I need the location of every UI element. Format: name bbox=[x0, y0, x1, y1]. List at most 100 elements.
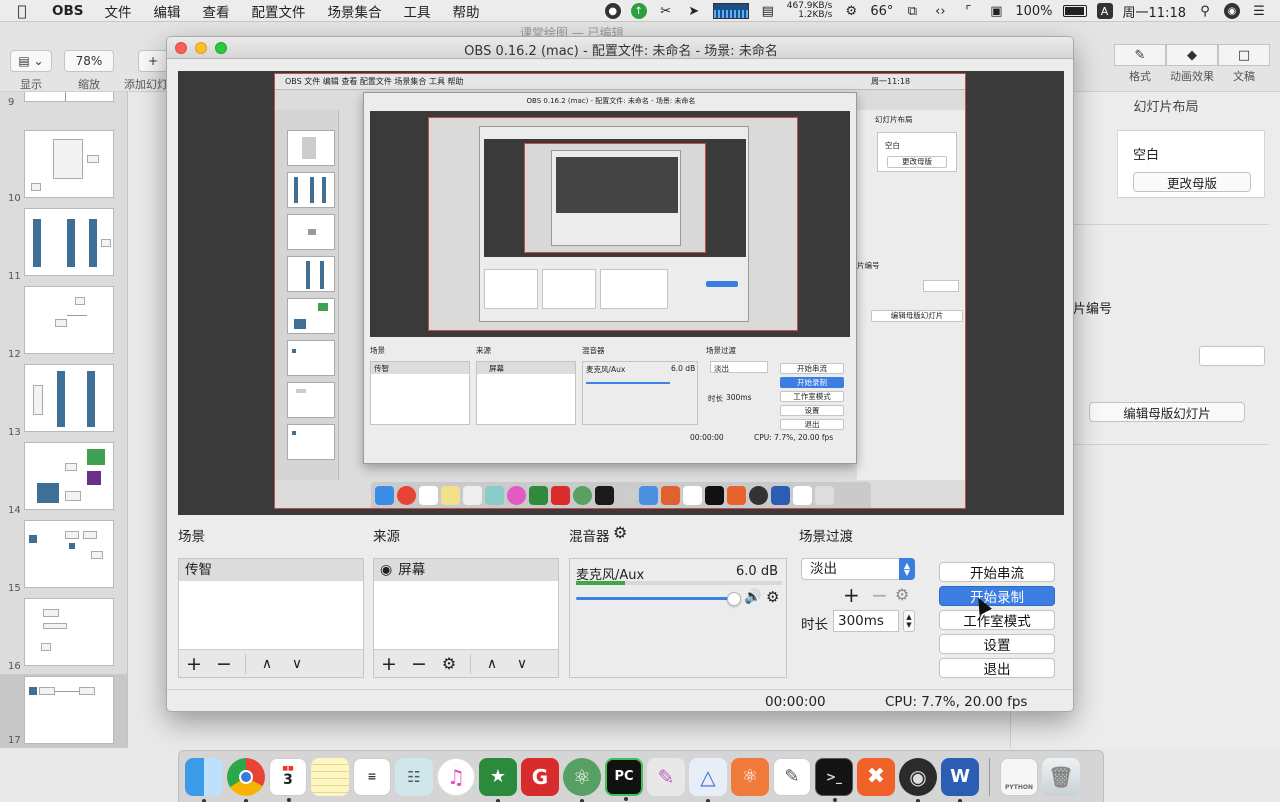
slide-number-field[interactable] bbox=[1199, 346, 1265, 366]
move-scene-down-chevron-icon[interactable]: ∨ bbox=[282, 650, 312, 678]
remove-transition-minus-icon[interactable]: − bbox=[871, 583, 888, 607]
slide-thumbnail-10[interactable]: 10 bbox=[0, 128, 127, 206]
slide-thumbnail-12[interactable]: 12 bbox=[0, 284, 127, 362]
keynote-zoom-button[interactable]: 78% 缩放 bbox=[64, 50, 114, 92]
move-scene-up-chevron-icon[interactable]: ∧ bbox=[252, 650, 282, 678]
window-icon[interactable]: ⧉ bbox=[903, 3, 921, 19]
send-icon[interactable]: ➤ bbox=[685, 3, 703, 19]
volume-slider-knob[interactable] bbox=[727, 592, 741, 606]
settings-button[interactable]: 设置 bbox=[939, 634, 1055, 654]
xmind-icon[interactable]: ✖ bbox=[857, 757, 895, 796]
volume-slider[interactable] bbox=[576, 597, 734, 600]
menu-file[interactable]: 文件 bbox=[94, 1, 143, 21]
transition-select[interactable]: 淡出 ▲ ▼ bbox=[801, 558, 915, 580]
slide-thumbnail-15[interactable]: 15 bbox=[0, 518, 127, 596]
instruments-icon[interactable]: ⚛ bbox=[731, 757, 769, 796]
terminal-icon[interactable]: >_ bbox=[815, 757, 853, 802]
record-status-icon[interactable]: ● bbox=[604, 3, 621, 19]
python-doc-icon[interactable]: PYTHON bbox=[1000, 757, 1038, 796]
temperature[interactable]: 66° bbox=[870, 4, 893, 19]
pycharm-icon[interactable]: PC bbox=[605, 757, 643, 801]
menu-tools[interactable]: 工具 bbox=[393, 1, 442, 21]
code-icon[interactable]: ‹› bbox=[931, 3, 949, 19]
duration-stepper-icon[interactable]: ▲ ▼ bbox=[903, 610, 915, 632]
mixer-channel-gear-icon[interactable]: ⚙ bbox=[766, 588, 779, 606]
preview-icon[interactable]: ☷ bbox=[395, 757, 433, 796]
studio-mode-button[interactable]: 工作室模式 bbox=[939, 610, 1055, 630]
wifi-icon[interactable]: ⌜ bbox=[959, 3, 977, 19]
sketch-icon[interactable]: ✎ bbox=[647, 757, 685, 796]
slide-thumbnail-16[interactable]: 16 bbox=[0, 596, 127, 674]
speaker-mute-icon[interactable]: 🔊 bbox=[744, 589, 761, 605]
network-graph-icon[interactable] bbox=[712, 3, 749, 19]
menu-help[interactable]: 帮助 bbox=[442, 1, 491, 21]
start-recording-button[interactable]: 开始录制 bbox=[939, 586, 1055, 606]
add-transition-plus-icon[interactable]: + bbox=[843, 583, 860, 607]
upload-icon[interactable]: ↑ bbox=[630, 3, 647, 19]
textedit-icon[interactable]: ✎ bbox=[773, 757, 811, 796]
mixer-settings-gear-icon[interactable]: ⚙ bbox=[613, 523, 627, 542]
exit-button[interactable]: 退出 bbox=[939, 658, 1055, 678]
keynote-view-button[interactable]: ▤ ⌄ 显示 bbox=[10, 50, 52, 92]
g-icon[interactable]: G bbox=[521, 757, 559, 796]
word-icon[interactable]: W bbox=[941, 757, 979, 802]
keynote-add-slide-button[interactable]: + 添加幻灯 bbox=[124, 50, 168, 92]
scenes-list[interactable]: 传智 + − ∧ ∨ bbox=[178, 558, 364, 678]
trash-icon[interactable]: 🗑 bbox=[1042, 757, 1080, 796]
eye-visibility-icon[interactable]: ◉ bbox=[380, 559, 392, 581]
clipboard-icon[interactable]: ▤ bbox=[759, 3, 777, 19]
remove-scene-minus-icon[interactable]: − bbox=[209, 650, 239, 678]
source-item[interactable]: ◉ 屏幕 bbox=[374, 559, 558, 581]
scene-item[interactable]: 传智 bbox=[179, 559, 363, 581]
apple-icon[interactable]:  bbox=[0, 2, 44, 20]
slide-thumbnail-9[interactable]: 9 bbox=[0, 92, 127, 110]
evernote-icon[interactable]: ★ bbox=[479, 757, 517, 802]
finder-icon[interactable] bbox=[185, 757, 223, 802]
transition-properties-gear-icon[interactable]: ⚙ bbox=[895, 585, 909, 604]
tab-format[interactable]: ✎ 格式 bbox=[1114, 44, 1166, 83]
clock[interactable]: 周一11:18 bbox=[1123, 2, 1186, 21]
tab-animate[interactable]: ◆ 动画效果 bbox=[1166, 44, 1218, 83]
move-source-down-chevron-icon[interactable]: ∨ bbox=[507, 650, 537, 678]
nested-level3-obs bbox=[479, 126, 749, 322]
obs-icon[interactable]: ◉ bbox=[899, 757, 937, 802]
scissors-icon[interactable]: ✂ bbox=[657, 3, 675, 19]
source-properties-gear-icon[interactable]: ⚙ bbox=[434, 650, 464, 678]
start-streaming-button[interactable]: 开始串流 bbox=[939, 562, 1055, 582]
add-scene-plus-icon[interactable]: + bbox=[179, 650, 209, 678]
battery-percent[interactable]: 100% bbox=[1015, 4, 1052, 19]
atom-icon[interactable]: ⚛ bbox=[563, 757, 601, 802]
chrome-icon[interactable] bbox=[227, 757, 265, 802]
slide-thumbnail-13[interactable]: 13 bbox=[0, 362, 127, 440]
notification-center-icon[interactable]: ☰ bbox=[1250, 3, 1268, 19]
obs-titlebar[interactable]: OBS 0.16.2 (mac) - 配置文件: 未命名 - 场景: 未命名 bbox=[167, 37, 1073, 59]
add-source-plus-icon[interactable]: + bbox=[374, 650, 404, 678]
change-master-button[interactable]: 更改母版 bbox=[1133, 172, 1251, 192]
input-method-icon[interactable]: A bbox=[1096, 3, 1113, 19]
duration-input[interactable]: 300ms bbox=[833, 610, 899, 632]
remove-source-minus-icon[interactable]: − bbox=[404, 650, 434, 678]
menu-profile[interactable]: 配置文件 bbox=[241, 1, 317, 21]
calendar-icon[interactable]: ■■ 3 bbox=[269, 757, 307, 802]
itunes-icon[interactable]: ♫ bbox=[437, 757, 475, 796]
battery-icon[interactable] bbox=[1062, 5, 1087, 17]
airplay-icon[interactable]: ▣ bbox=[987, 3, 1005, 19]
menu-edit[interactable]: 编辑 bbox=[143, 1, 192, 21]
move-source-up-chevron-icon[interactable]: ∧ bbox=[477, 650, 507, 678]
slide-thumbnail-14[interactable]: 14 bbox=[0, 440, 127, 518]
keynote-icon[interactable]: △ bbox=[689, 757, 727, 802]
spotlight-search-icon[interactable]: ⚲ bbox=[1196, 3, 1214, 19]
obs-preview[interactable]: OBS 文件 编辑 查看 配置文件 场景集合 工具 帮助 周一11:18 幻灯片… bbox=[178, 71, 1064, 515]
sources-list[interactable]: ◉ 屏幕 + − ⚙ ∧ ∨ bbox=[373, 558, 559, 678]
menu-app-name[interactable]: OBS bbox=[44, 3, 94, 19]
menu-view[interactable]: 查看 bbox=[192, 1, 241, 21]
notes-icon[interactable] bbox=[311, 757, 349, 796]
slide-thumbnail-17[interactable]: 17 bbox=[0, 674, 127, 748]
tab-document[interactable]: □ 文稿 bbox=[1218, 44, 1270, 83]
slide-thumbnail-11[interactable]: 11 bbox=[0, 206, 127, 284]
reminders-icon[interactable]: ≡ bbox=[353, 757, 391, 796]
settings-wheel-icon[interactable]: ⚙ bbox=[842, 3, 860, 19]
edit-master-button[interactable]: 编辑母版幻灯片 bbox=[1089, 402, 1245, 422]
menu-scene-collection[interactable]: 场景集合 bbox=[317, 1, 393, 21]
siri-icon[interactable]: ◉ bbox=[1224, 3, 1240, 19]
